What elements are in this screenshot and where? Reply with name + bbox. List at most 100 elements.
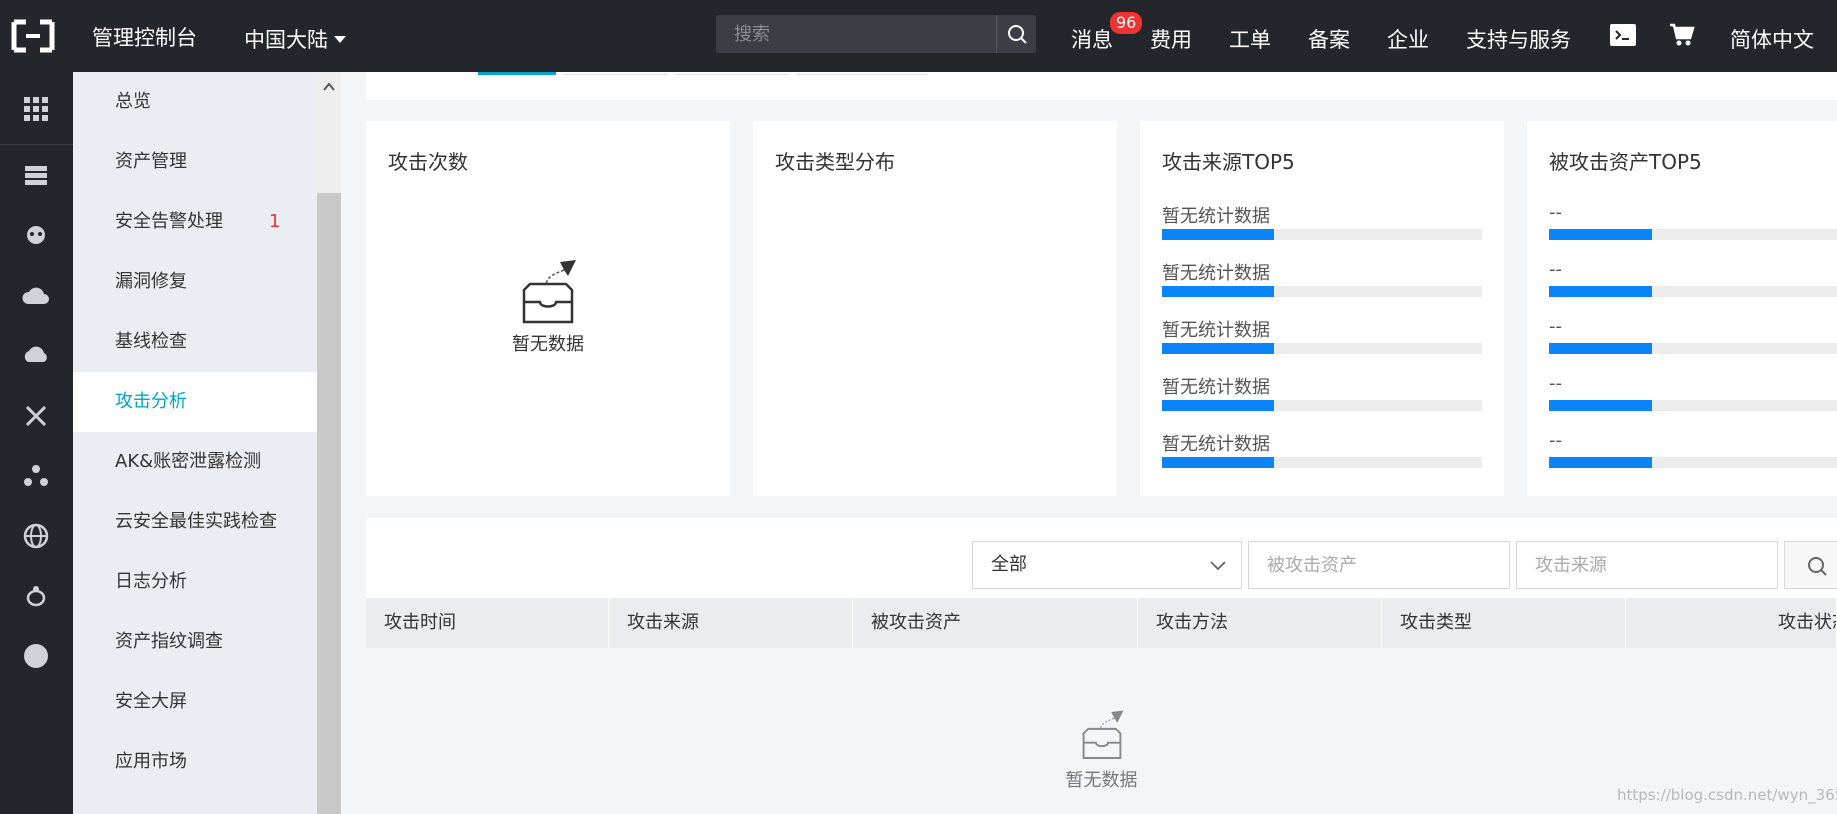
card-title: 攻击类型分布 — [775, 150, 895, 174]
bar-row: -- — [1549, 202, 1837, 252]
attacked-asset-input[interactable] — [1248, 541, 1510, 589]
nav-messages[interactable]: 消息 — [1071, 24, 1113, 54]
column-header-time[interactable]: 攻击时间 — [366, 598, 609, 648]
search-icon — [1808, 557, 1827, 576]
bar-label: -- — [1549, 373, 1562, 394]
alert-count: 1 — [269, 211, 281, 232]
bar-fill — [1549, 286, 1652, 297]
column-header-source[interactable]: 攻击来源 — [609, 598, 853, 648]
nav-billing[interactable]: 费用 — [1150, 24, 1192, 54]
bar-label: -- — [1549, 202, 1562, 223]
attacked-asset-card: 被攻击资产TOP5 -- -- -- -- -- — [1527, 121, 1837, 496]
attack-type-card: 攻击类型分布 — [753, 121, 1117, 496]
globe-icon[interactable] — [22, 522, 50, 550]
attack-source-card: 攻击来源TOP5 暂无统计数据 暂无统计数据 暂无统计数据 暂无统计数据 暂无统计数据 — [1140, 121, 1504, 496]
bar-track — [1549, 457, 1837, 468]
product-icon-rail — [0, 72, 73, 814]
attack-type-select[interactable]: 全部 — [972, 541, 1242, 589]
column-header-method[interactable]: 攻击方法 — [1138, 598, 1382, 648]
console-title[interactable]: 管理控制台 — [92, 22, 197, 52]
cart-icon[interactable] — [1669, 23, 1695, 47]
empty-text: 暂无数据 — [512, 334, 584, 355]
sidebar-item-baseline[interactable]: 基线检查 — [73, 312, 317, 372]
bar-row: 暂无统计数据 — [1162, 373, 1482, 423]
card-title: 攻击来源TOP5 — [1162, 150, 1295, 174]
sidebar-scroll-thumb[interactable] — [317, 193, 341, 814]
bar-track — [1162, 343, 1482, 354]
sidebar-item-best-practice[interactable]: 云安全最佳实践检查 — [73, 492, 317, 552]
bar-fill — [1162, 457, 1274, 468]
column-header-type[interactable]: 攻击类型 — [1382, 598, 1626, 648]
global-search-input[interactable] — [716, 15, 996, 53]
shield-icon[interactable] — [22, 222, 50, 250]
attack-source-input[interactable] — [1516, 541, 1778, 589]
network-icon[interactable] — [22, 402, 50, 430]
filter-bar: 全部 — [366, 518, 1837, 598]
logo-icon[interactable] — [10, 18, 56, 54]
tab-indicator[interactable] — [562, 74, 668, 75]
bar-track — [1162, 286, 1482, 297]
nav-icp[interactable]: 备案 — [1308, 24, 1350, 54]
region-selector[interactable]: 中国大陆 — [244, 24, 346, 54]
bar-label: -- — [1549, 316, 1562, 337]
table-empty-state: 暂无数据 — [366, 708, 1837, 792]
bar-fill — [1162, 286, 1274, 297]
search-icon — [1008, 25, 1027, 44]
bar-track — [1549, 229, 1837, 240]
empty-inbox-icon — [522, 260, 576, 324]
sidebar-item-log-analysis[interactable]: 日志分析 — [73, 552, 317, 612]
card-title: 攻击次数 — [388, 150, 468, 174]
bar-fill — [1549, 229, 1652, 240]
bar-label: -- — [1549, 259, 1562, 280]
search-button[interactable] — [996, 15, 1036, 53]
select-value: 全部 — [991, 554, 1027, 575]
grid-icon[interactable] — [22, 95, 50, 123]
sidebar: 总览 资产管理 安全告警处理 1 漏洞修复 基线检查 攻击分析 AK&账密泄露检… — [73, 72, 317, 814]
bar-track — [1549, 400, 1837, 411]
sidebar-item-attack-analysis[interactable]: 攻击分析 — [73, 372, 317, 432]
sidebar-item-vulnerabilities[interactable]: 漏洞修复 — [73, 252, 317, 312]
sidebar-item-alerts[interactable]: 安全告警处理 1 — [73, 192, 317, 252]
card-title: 被攻击资产TOP5 — [1549, 150, 1702, 174]
nav-language[interactable]: 简体中文 — [1730, 24, 1814, 54]
sidebar-item-ak-leak[interactable]: AK&账密泄露检测 — [73, 432, 317, 492]
sidebar-item-overview[interactable]: 总览 — [73, 72, 317, 132]
attack-count-card: 攻击次数 暂无数据 — [366, 121, 730, 496]
bar-track — [1549, 286, 1837, 297]
sidebar-item-label: 安全告警处理 — [115, 211, 223, 232]
bar-label: 暂无统计数据 — [1162, 206, 1270, 227]
bar-label: 暂无统计数据 — [1162, 377, 1270, 398]
bar-track — [1549, 343, 1837, 354]
cloud-upload-icon[interactable] — [22, 342, 50, 370]
sidebar-item-assets[interactable]: 资产管理 — [73, 132, 317, 192]
bar-fill — [1162, 400, 1274, 411]
chevron-up-icon[interactable] — [323, 82, 335, 92]
nav-support[interactable]: 支持与服务 — [1466, 24, 1571, 54]
nav-tickets[interactable]: 工单 — [1229, 24, 1271, 54]
sidebar-item-market[interactable]: 应用市场 — [73, 732, 317, 792]
bar-row: -- — [1549, 259, 1837, 309]
nav-enterprise[interactable]: 企业 — [1387, 24, 1429, 54]
cluster-icon[interactable] — [22, 462, 50, 490]
bar-row: 暂无统计数据 — [1162, 316, 1482, 366]
chevron-down-icon — [1210, 561, 1226, 571]
cloud-icon[interactable] — [22, 282, 50, 310]
server-icon[interactable] — [22, 162, 50, 190]
tab-indicator[interactable] — [796, 74, 928, 75]
table-search-button[interactable] — [1784, 541, 1837, 589]
bar-row: -- — [1549, 430, 1837, 480]
watermark: https://blog.csdn.net/wyn_365 — [1617, 786, 1837, 804]
column-header-status[interactable]: 攻击状态 — [1626, 598, 1837, 648]
column-header-asset[interactable]: 被攻击资产 — [853, 598, 1138, 648]
tab-indicator[interactable] — [674, 74, 790, 75]
terminal-icon[interactable] — [1610, 24, 1636, 46]
bug-icon[interactable] — [22, 582, 50, 610]
sidebar-item-big-screen[interactable]: 安全大屏 — [73, 672, 317, 732]
bar-fill — [1162, 343, 1274, 354]
circle-icon[interactable] — [22, 642, 50, 670]
tab-active-indicator[interactable] — [478, 72, 556, 75]
empty-inbox-icon — [1082, 710, 1123, 759]
sidebar-item-fingerprint[interactable]: 资产指纹调查 — [73, 612, 317, 672]
attack-table-panel: 全部 攻击时间 攻击来源 被攻击资产 攻击方法 攻击类型 攻击状态 暂无数据 — [366, 518, 1837, 814]
bar-fill — [1162, 229, 1274, 240]
